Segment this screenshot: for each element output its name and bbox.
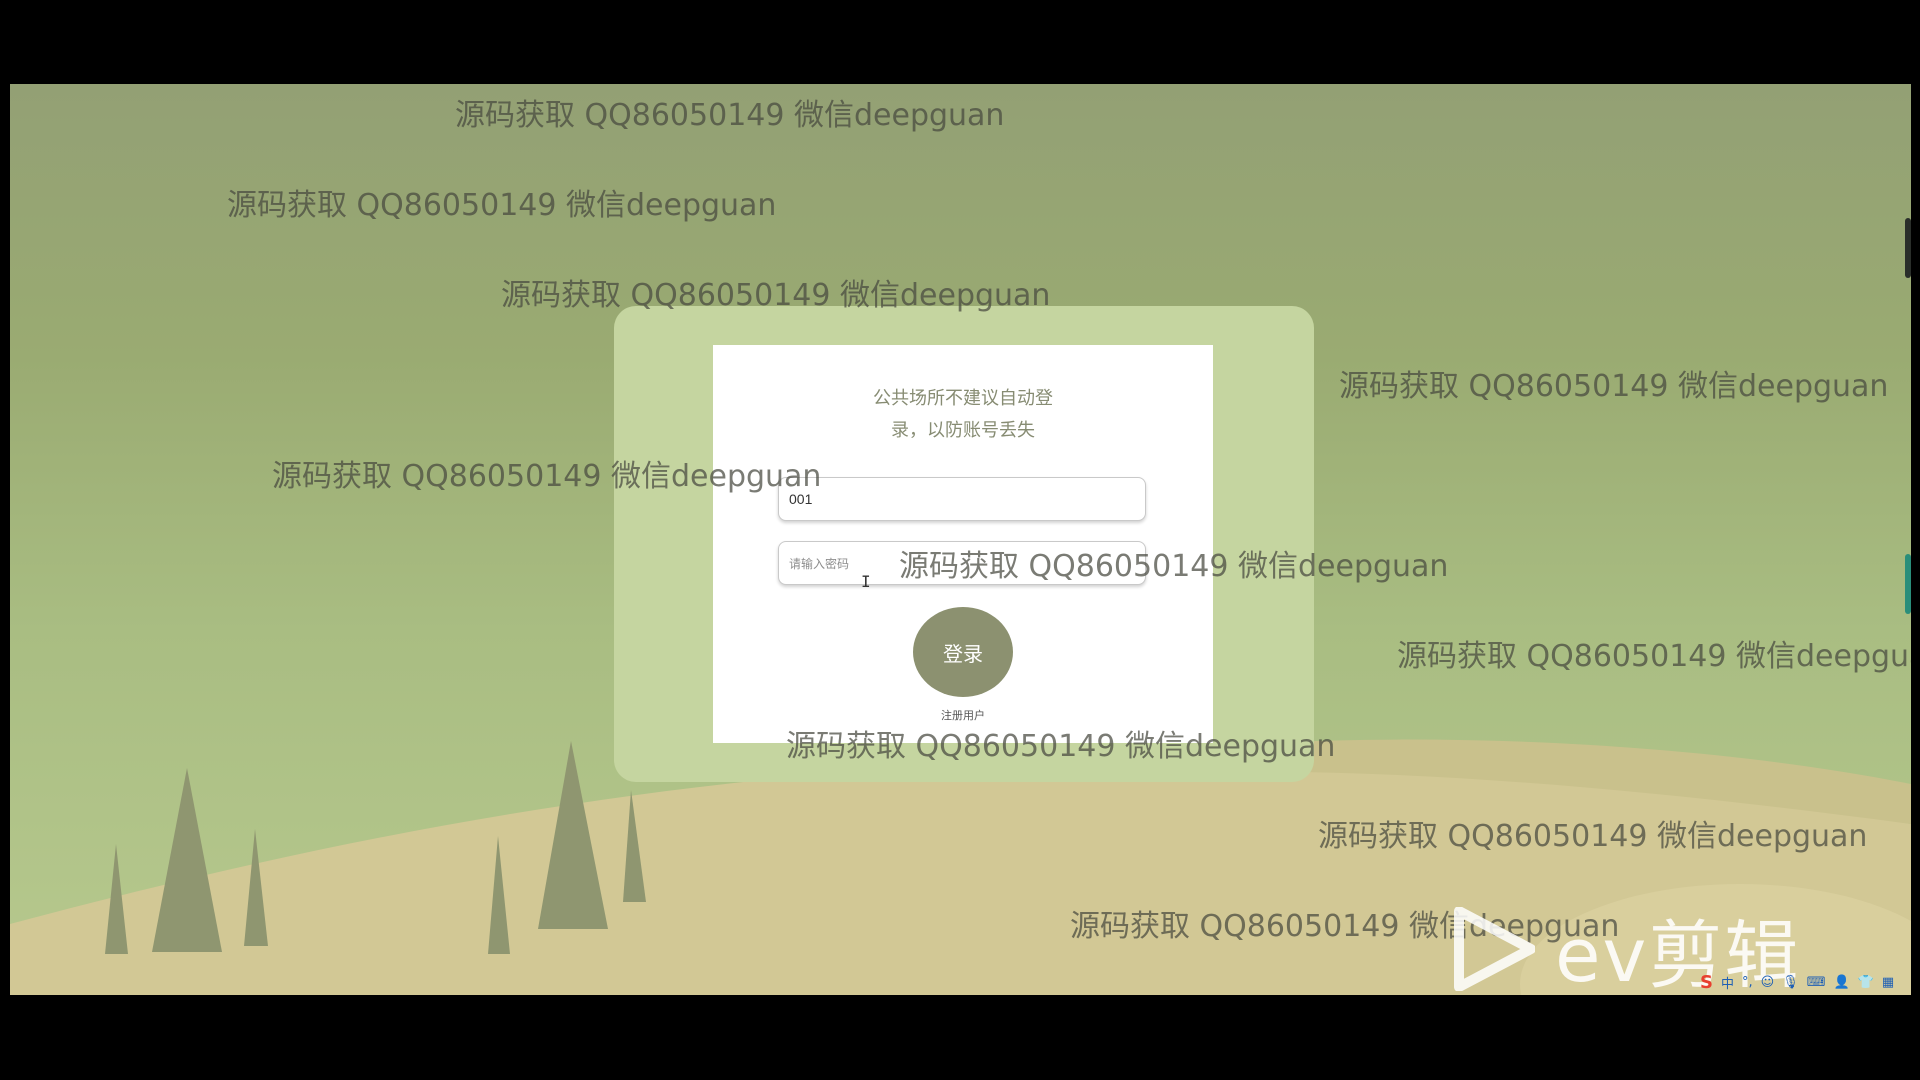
scrollbar-thumb[interactable] xyxy=(1905,218,1911,278)
microphone-icon[interactable]: 🎙 xyxy=(1782,975,1799,990)
username-input[interactable] xyxy=(778,477,1146,521)
watermark-text: 源码获取 QQ86050149 微信deepguan xyxy=(899,549,1449,584)
browser-viewport: 公共场所不建议自动登 录，以防账号丢失 I 登录 注册用户 源码获取 QQ860… xyxy=(10,84,1911,995)
watermark-text: 源码获取 QQ86050149 微信deepguan xyxy=(1339,369,1889,404)
notice-line-1: 公共场所不建议自动登 xyxy=(873,388,1053,409)
keyboard-icon[interactable]: ⌨ xyxy=(1807,975,1826,990)
login-button[interactable]: 登录 xyxy=(913,607,1013,697)
watermark-text: 源码获取 QQ86050149 微信deepguan xyxy=(455,98,1005,133)
sogou-ime-icon[interactable]: S xyxy=(1700,972,1713,993)
ime-toolbar: S 中 °, ☺ 🎙 ⌨ 👤 👕 ▦ xyxy=(1700,971,1910,993)
user-icon[interactable]: 👤 xyxy=(1833,975,1849,990)
watermark-text: 源码获取 QQ86050149 微信deepgua xyxy=(1397,639,1911,674)
play-icon xyxy=(1454,907,1535,991)
notice-line-2: 录，以防账号丢失 xyxy=(891,420,1035,441)
watermark-text: 源码获取 QQ86050149 微信deepguan xyxy=(272,459,822,494)
watermark-text: 源码获取 QQ86050149 微信deepguan xyxy=(501,278,1051,313)
watermark-text: 源码获取 QQ86050149 微信deepguan xyxy=(786,729,1336,764)
grid-icon[interactable]: ▦ xyxy=(1882,975,1894,990)
watermark-text: 源码获取 QQ86050149 微信deepguan xyxy=(227,188,777,223)
text-cursor-icon: I xyxy=(861,572,871,591)
watermark-text: 源码获取 QQ86050149 微信deepguan xyxy=(1318,819,1868,854)
side-tab-handle[interactable] xyxy=(1905,554,1911,614)
shirt-icon[interactable]: 👕 xyxy=(1858,975,1874,990)
emoji-icon[interactable]: ☺ xyxy=(1761,975,1775,990)
ime-mode-label[interactable]: 中 xyxy=(1721,973,1734,992)
punctuation-icon[interactable]: °, xyxy=(1742,975,1753,990)
tree-2 xyxy=(152,768,222,952)
